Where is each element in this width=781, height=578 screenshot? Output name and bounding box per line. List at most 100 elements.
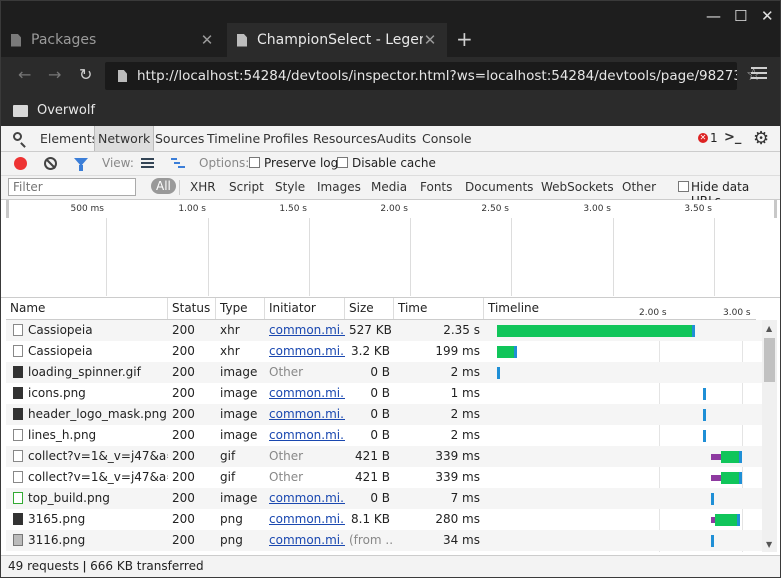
error-icon[interactable]: ✕ [698,133,708,143]
tab-packages[interactable]: Packages ✕ [1,23,224,57]
gear-icon[interactable]: ⚙ [753,128,769,149]
folder-icon [13,104,28,117]
col-time[interactable]: Time [394,298,484,319]
request-name[interactable]: Cassiopeia [24,320,168,341]
tab-audits[interactable]: Audits [374,126,419,151]
tab-console[interactable]: Console [419,126,475,151]
request-name[interactable]: collect?v=1&_v=j47&a=1... [24,467,168,488]
clear-icon[interactable] [44,157,57,170]
maximize-icon[interactable]: ☐ [734,9,747,24]
close-icon[interactable]: ✕ [423,31,437,49]
col-name[interactable]: Name [6,298,168,319]
error-count[interactable]: 1 [710,131,718,145]
request-initiator[interactable]: common.mi... [265,488,345,509]
request-name[interactable]: 3165.png [24,509,168,530]
address-bar[interactable]: http://localhost:54284/devtools/inspecto… [105,62,737,90]
overview-handle[interactable] [774,200,777,218]
tab-timeline[interactable]: Timeline [204,126,263,151]
record-icon[interactable] [14,157,27,170]
preserve-log-label[interactable]: Preserve log [264,156,338,170]
table-row[interactable]: Cassiopeia 200 xhr common.mi... 3.2 KB 199 ms [6,341,762,362]
overview-icon[interactable] [171,158,185,169]
type-documents[interactable]: Documents [465,180,533,194]
hide-data-urls-checkbox[interactable] [678,181,689,192]
tab-resources[interactable]: Resources [310,126,380,151]
request-name[interactable]: top_build.png [24,488,168,509]
col-initiator[interactable]: Initiator [265,298,345,319]
request-initiator[interactable]: common.mi... [265,383,345,404]
type-script[interactable]: Script [229,180,264,194]
table-row[interactable]: loading_spinner.gif 200 image Other 0 B 2 ms [6,362,762,383]
table-row[interactable]: top_build.png 200 image common.mi... 0 B 7 ms [6,488,762,509]
table-row[interactable]: 3165.png 200 png common.mi... 8.1 KB 280 ms [6,509,762,530]
col-type[interactable]: Type [216,298,265,319]
table-row[interactable]: 3116.png 200 png common.mi... (from ... 34 ms [6,530,762,551]
request-size: 0 B [370,386,390,400]
inspect-search-icon[interactable] [13,132,22,141]
menu-icon[interactable] [751,67,767,81]
table-row[interactable]: icons.png 200 image common.mi... 0 B 1 ms [6,383,762,404]
request-initiator[interactable]: common.mi... [265,509,345,530]
type-style[interactable]: Style [275,180,305,194]
new-tab-icon[interactable]: + [456,29,473,49]
request-initiator[interactable]: common.mi... [265,341,345,362]
close-window-icon[interactable]: ✕ [761,9,774,24]
request-initiator[interactable]: common.mi... [265,320,345,341]
close-icon[interactable]: ✕ [200,31,214,49]
request-name[interactable]: 3116.png [24,530,168,551]
col-size[interactable]: Size [345,298,394,319]
preserve-log-checkbox[interactable] [249,157,260,168]
table-row[interactable]: header_logo_mask.png 200 image common.mi...… [6,404,762,425]
overview-handle[interactable] [6,200,9,218]
request-size: 3.2 KB [351,344,390,358]
tab-network[interactable]: Network [94,126,155,151]
forward-icon[interactable]: → [48,67,61,83]
tab-profiles[interactable]: Profiles [260,126,311,151]
table-row[interactable]: lines_h.png 200 image common.mi... 0 B 2 ms [6,425,762,446]
tab-championselect[interactable]: ChampionSelect - Legend... ✕ [227,23,447,57]
bookmark-overwolf[interactable]: Overwolf [37,103,95,118]
request-initiator[interactable]: common.mi... [265,530,345,551]
back-icon[interactable]: ← [18,67,31,83]
request-name[interactable]: loading_spinner.gif [24,362,168,383]
request-name[interactable]: header_logo_mask.png [24,404,168,425]
filter-input[interactable] [8,178,136,196]
col-timeline[interactable]: Timeline [484,298,756,319]
type-media[interactable]: Media [371,180,407,194]
filter-icon[interactable] [74,158,88,171]
type-fonts[interactable]: Fonts [420,180,452,194]
request-name[interactable]: Cassiopeia [24,341,168,362]
table-row[interactable]: collect?v=1&_v=j47&a=1... 200 gif Other 421 … [6,467,762,488]
scroll-down-icon[interactable]: ▼ [766,540,772,549]
vertical-scrollbar[interactable]: ▲ ▼ [762,320,777,552]
request-name[interactable]: collect?v=1&_v=j47&a=1... [24,446,168,467]
col-status[interactable]: Status [168,298,216,319]
console-drawer-icon[interactable]: >_ [724,130,741,145]
timeline-waiting-bar [711,475,722,481]
request-name[interactable]: icons.png [24,383,168,404]
request-name[interactable]: lines_h.png [24,425,168,446]
type-other[interactable]: Other [622,180,656,194]
scroll-thumb[interactable] [764,338,775,382]
table-row[interactable]: Cassiopeia 200 xhr common.mi... 527 KB 2.35 s [6,320,762,341]
network-overview[interactable]: 500 ms 1.00 s 1.50 s 2.00 s 2.50 s 3.00 … [1,200,780,298]
scroll-up-icon[interactable]: ▲ [766,324,772,333]
type-websockets[interactable]: WebSockets [541,180,614,194]
disable-cache-checkbox[interactable] [337,157,348,168]
tab-sources[interactable]: Sources [152,126,207,151]
tab-elements[interactable]: Elements [37,126,101,151]
document-icon [13,429,23,441]
request-initiator[interactable]: common.mi... [265,425,345,446]
reload-icon[interactable]: ↻ [79,67,92,83]
type-all[interactable]: All [151,178,176,194]
large-rows-icon[interactable] [141,158,154,169]
disable-cache-label[interactable]: Disable cache [352,156,436,170]
type-xhr[interactable]: XHR [190,180,216,194]
request-initiator[interactable]: common.mi... [265,404,345,425]
document-icon [13,324,23,336]
table-header: Name Status Type Initiator Size Time Tim… [6,298,756,320]
request-type: image [220,407,258,421]
minimize-icon[interactable]: — [706,9,721,24]
type-images[interactable]: Images [317,180,361,194]
table-row[interactable]: collect?v=1&_v=j47&a=1... 200 gif Other 421 … [6,446,762,467]
